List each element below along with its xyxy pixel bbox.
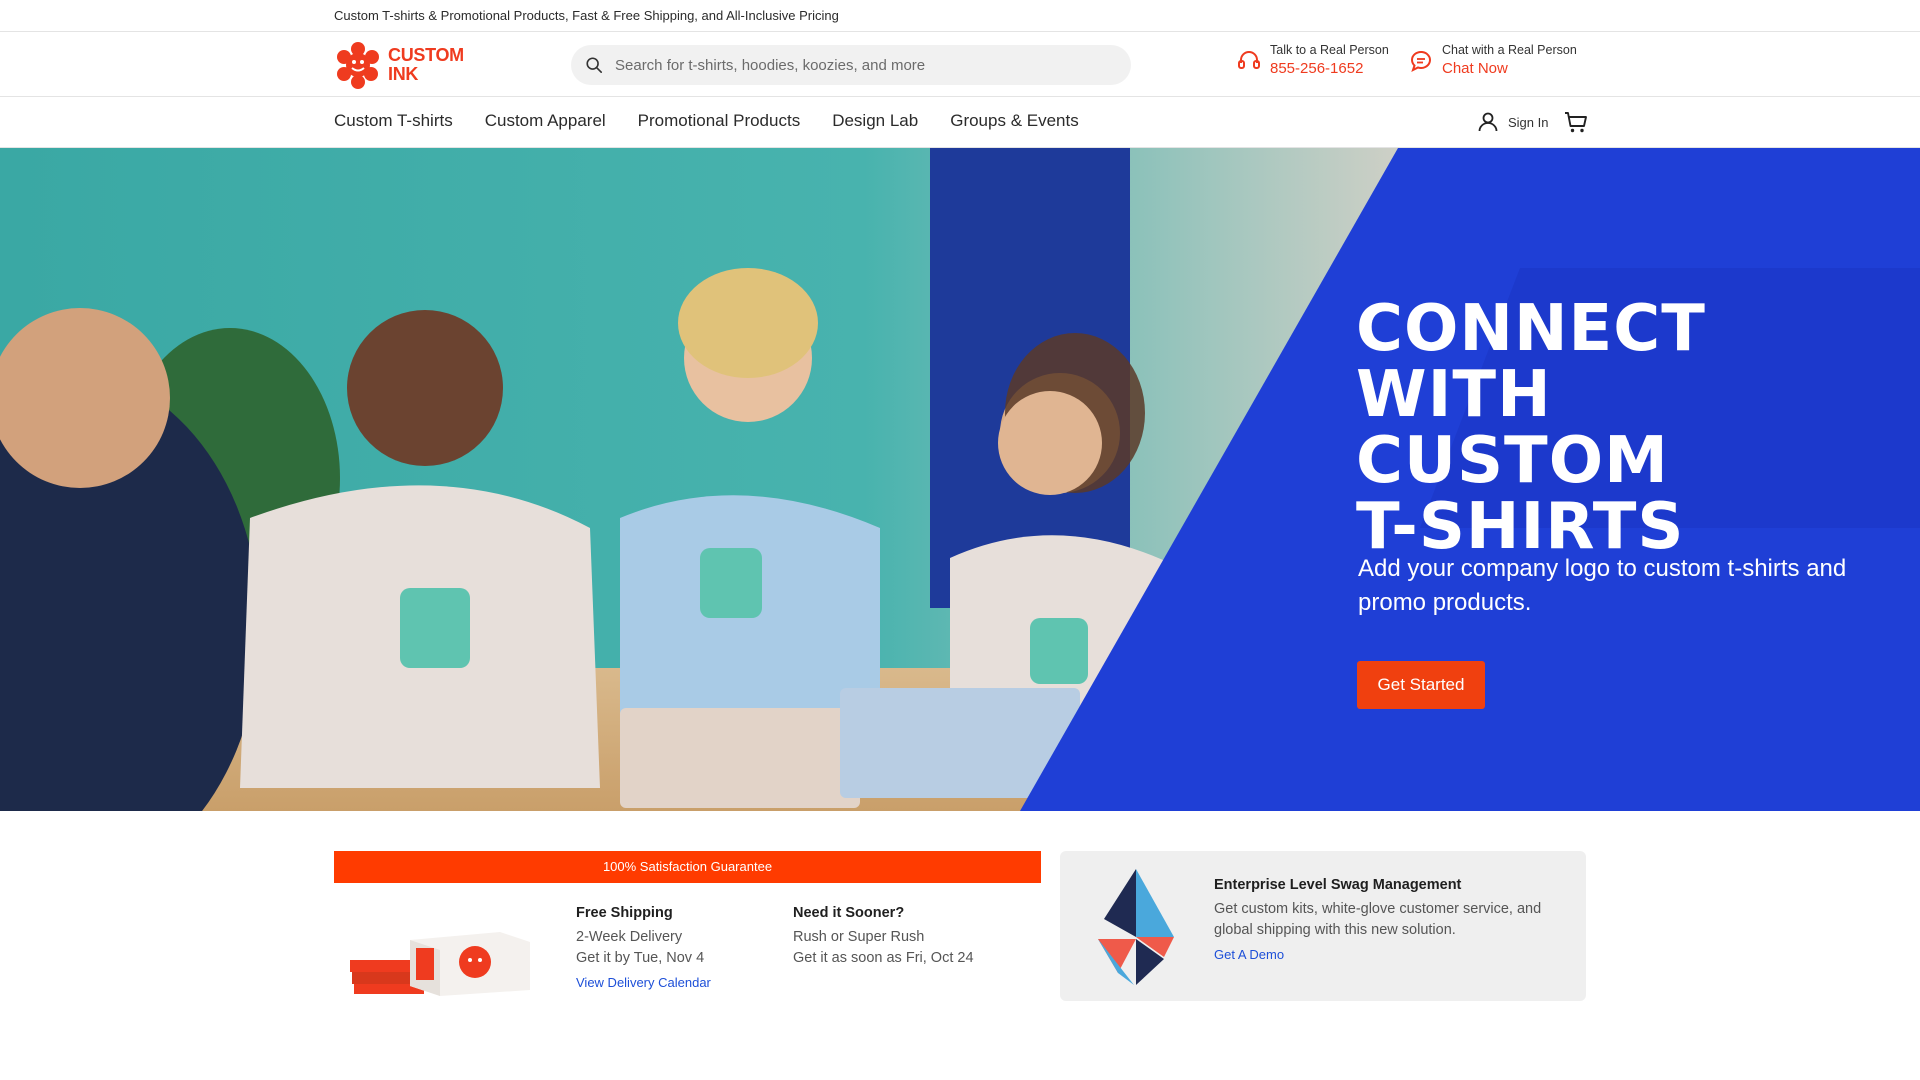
need-sooner-line1: Rush or Super Rush: [793, 929, 925, 945]
main-nav: Custom T-shirts Custom Apparel Promotion…: [0, 97, 1920, 148]
nav-custom-apparel[interactable]: Custom Apparel: [485, 111, 606, 131]
search-input[interactable]: [615, 56, 1095, 74]
headset-icon: [1238, 51, 1260, 69]
hero-subtitle: Add your company logo to custom t-shirts…: [1358, 555, 1847, 616]
promo-text: Custom T-shirts & Promotional Products, …: [334, 8, 839, 23]
sign-in-link[interactable]: Sign In: [1476, 110, 1548, 134]
free-shipping-line1: 2-Week Delivery: [576, 929, 683, 945]
enterprise-swag-card: Enterprise Level Swag Management Get cus…: [1060, 851, 1586, 1001]
chat-label: Chat with a Real Person: [1442, 43, 1577, 57]
hero-banner: CONNECT WITH CUSTOM T-SHIRTS Add your co…: [0, 148, 1920, 811]
phone-label: Talk to a Real Person: [1270, 43, 1389, 57]
hero-title-line3: T-SHIRTS: [1356, 490, 1685, 564]
need-sooner-line2: Get it as soon as Fri, Oct 24: [793, 950, 974, 966]
get-started-button[interactable]: Get Started: [1357, 661, 1485, 709]
phone-number-link[interactable]: 855-256-1652: [1270, 58, 1389, 80]
need-sooner-title: Need it Sooner?: [793, 905, 905, 921]
site-header: CUSTOM INK Talk to a Real Person 855-256…: [0, 32, 1920, 97]
enterprise-title: Enterprise Level Swag Management: [1214, 877, 1462, 893]
hero-title-line1: CONNECT WITH: [1356, 292, 1706, 432]
hero-title: CONNECT WITH CUSTOM T-SHIRTS: [1356, 296, 1916, 560]
search-icon: [586, 57, 603, 74]
enterprise-description: Get custom kits, white-glove customer se…: [1214, 901, 1542, 938]
cart-icon: [1565, 112, 1587, 133]
free-shipping-title: Free Shipping: [576, 905, 673, 921]
chat-icon: [1410, 50, 1431, 72]
phone-contact[interactable]: Talk to a Real Person 855-256-1652: [1236, 42, 1389, 80]
nav-design-lab[interactable]: Design Lab: [832, 111, 918, 131]
shipping-boxes-image: [350, 932, 530, 996]
free-shipping-block: Free Shipping 2-Week Delivery Get it by …: [576, 905, 711, 990]
satisfaction-guarantee-banner: 100% Satisfaction Guarantee: [334, 851, 1041, 883]
logo-text-line1: CUSTOM: [388, 45, 464, 65]
nav-promotional-products[interactable]: Promotional Products: [638, 111, 801, 131]
enterprise-logo-icon: [1098, 869, 1174, 985]
chat-now-link[interactable]: Chat Now: [1442, 58, 1577, 80]
chat-contact[interactable]: Chat with a Real Person Chat Now: [1408, 42, 1577, 80]
logo-text: CUSTOM INK: [388, 46, 464, 84]
search-bar[interactable]: [571, 45, 1131, 85]
hero-title-line2: CUSTOM: [1356, 424, 1669, 498]
user-icon: [1478, 112, 1498, 132]
nav-custom-tshirts[interactable]: Custom T-shirts: [334, 111, 453, 131]
logo-text-line2: INK: [388, 64, 419, 84]
view-delivery-calendar-link[interactable]: View Delivery Calendar: [576, 975, 711, 990]
promo-strip: Custom T-shirts & Promotional Products, …: [0, 0, 1920, 32]
need-it-sooner-block: Need it Sooner? Rush or Super Rush Get i…: [793, 905, 974, 969]
logo-mark-icon: [337, 42, 379, 89]
cart-button[interactable]: [1563, 109, 1589, 140]
get-a-demo-link[interactable]: Get A Demo: [1214, 947, 1564, 962]
free-shipping-line2: Get it by Tue, Nov 4: [576, 950, 705, 966]
nav-groups-events[interactable]: Groups & Events: [950, 111, 1079, 131]
custom-ink-logo[interactable]: CUSTOM INK: [334, 41, 474, 89]
sign-in-label: Sign In: [1508, 114, 1549, 130]
